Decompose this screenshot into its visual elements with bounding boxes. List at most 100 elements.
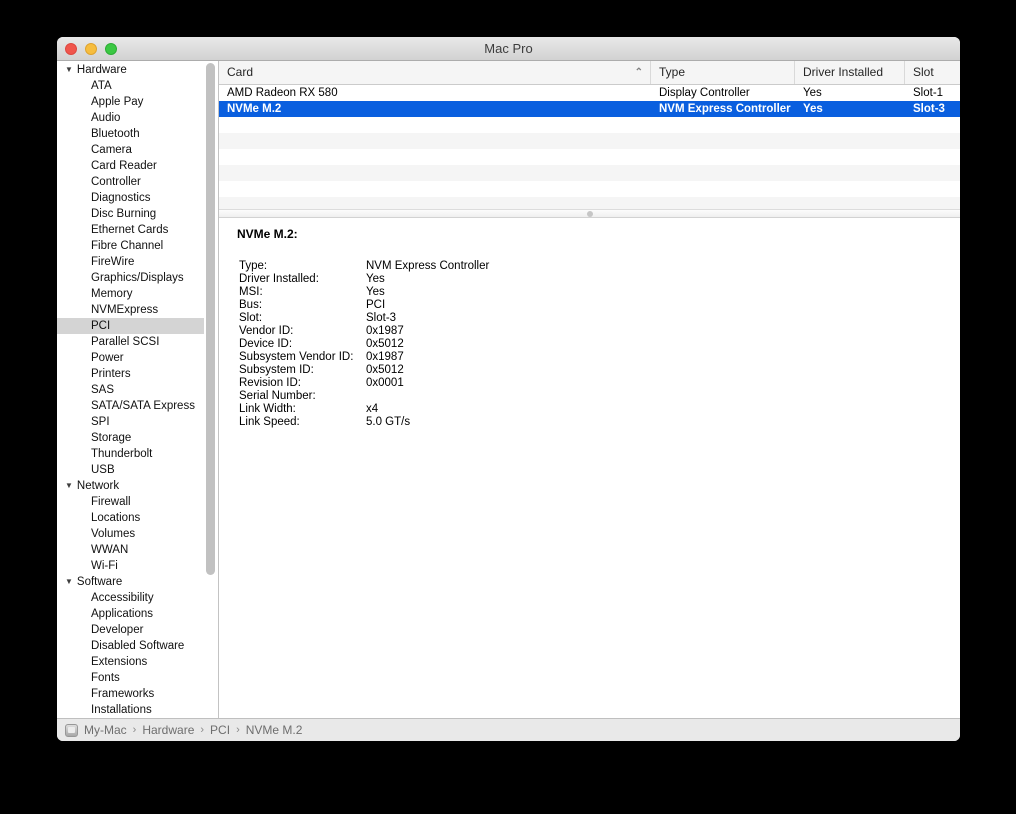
sidebar-section-network[interactable]: ▼ Network <box>57 478 218 494</box>
sidebar-item-audio[interactable]: Audio <box>57 110 218 126</box>
column-header-card[interactable]: Card ⌃ <box>219 61 651 84</box>
sidebar-item-memory[interactable]: Memory <box>57 286 218 302</box>
sidebar-item-pci[interactable]: PCI <box>57 318 204 334</box>
sidebar-item-label: Thunderbolt <box>91 448 153 460</box>
sidebar-item-card-reader[interactable]: Card Reader <box>57 158 218 174</box>
detail-row-serial-number: Serial Number: <box>239 390 942 403</box>
detail-row-subsystem-id: Subsystem ID: 0x5012 <box>239 364 942 377</box>
sidebar-item-spi[interactable]: SPI <box>57 414 218 430</box>
sidebar-item-usb[interactable]: USB <box>57 462 218 478</box>
sidebar-item-frameworks[interactable]: Frameworks <box>57 686 218 702</box>
sidebar-item-fibre-channel[interactable]: Fibre Channel <box>57 238 218 254</box>
sidebar-item-parallel-scsi[interactable]: Parallel SCSI <box>57 334 218 350</box>
sidebar-item-label: Diagnostics <box>91 192 151 204</box>
sidebar-item-power[interactable]: Power <box>57 350 218 366</box>
sidebar-item-printers[interactable]: Printers <box>57 366 218 382</box>
sidebar-item-label: NVMExpress <box>91 304 159 316</box>
sidebar-item-apple-pay[interactable]: Apple Pay <box>57 94 218 110</box>
table-body: AMD Radeon RX 580 Display Controller Yes Sl… <box>219 85 960 117</box>
column-header-driver-installed[interactable]: Driver Installed <box>795 61 905 84</box>
column-header-type[interactable]: Type <box>651 61 795 84</box>
sidebar-item-firewall[interactable]: Firewall <box>57 494 218 510</box>
detail-row-vendor-id: Vendor ID: 0x1987 <box>239 325 942 338</box>
sidebar-item-developer[interactable]: Developer <box>57 622 218 638</box>
sidebar-item-accessibility[interactable]: Accessibility <box>57 590 218 606</box>
detail-row-msi: MSI: Yes <box>239 286 942 299</box>
sidebar-item-label: Locations <box>91 512 141 524</box>
detail-value: x4 <box>366 403 379 415</box>
minimize-icon[interactable] <box>85 43 97 55</box>
sidebar-item-label: Wi-Fi <box>91 560 118 572</box>
table-row-amd-radeon-rx-580[interactable]: AMD Radeon RX 580 Display Controller Yes Sl… <box>219 85 960 101</box>
sidebar-scrollbar[interactable] <box>206 63 215 575</box>
sidebar-item-label: Apple Pay <box>91 96 144 108</box>
title-bar[interactable]: Mac Pro <box>57 37 960 61</box>
detail-label: Subsystem ID: <box>239 364 314 376</box>
breadcrumb-item-pci[interactable]: PCI <box>210 723 230 737</box>
sidebar-item-graphics-displays[interactable]: Graphics/Displays <box>57 270 218 286</box>
breadcrumb-item-hardware[interactable]: Hardware <box>142 723 194 737</box>
pane-splitter[interactable] <box>219 209 960 218</box>
disclosure-triangle-icon[interactable]: ▼ <box>65 574 73 590</box>
zoom-icon[interactable] <box>105 43 117 55</box>
cell-type: NVM Express Controller <box>659 103 791 115</box>
breadcrumb: My-Mac › Hardware › PCI › NVMe M.2 <box>84 723 302 737</box>
sidebar-item-fonts[interactable]: Fonts <box>57 670 218 686</box>
sidebar-item-disc-burning[interactable]: Disc Burning <box>57 206 218 222</box>
sidebar-item-camera[interactable]: Camera <box>57 142 218 158</box>
sidebar-item-label: SPI <box>91 416 110 428</box>
sidebar-item-ata[interactable]: ATA <box>57 78 218 94</box>
column-header-slot-label: Slot <box>913 65 934 79</box>
table-row-nvme-m-2[interactable]: NVMe M.2 NVM Express Controller Yes Slot-3 <box>219 101 960 117</box>
sidebar-item-sas[interactable]: SAS <box>57 382 218 398</box>
sort-ascending-icon[interactable]: ⌃ <box>635 62 643 84</box>
sidebar-item-storage[interactable]: Storage <box>57 430 218 446</box>
sidebar-item-firewire[interactable]: FireWire <box>57 254 218 270</box>
sidebar-item-disabled-software[interactable]: Disabled Software <box>57 638 218 654</box>
sidebar-section-hardware[interactable]: ▼ Hardware <box>57 62 218 78</box>
sidebar-item-applications[interactable]: Applications <box>57 606 218 622</box>
sidebar-item-volumes[interactable]: Volumes <box>57 526 218 542</box>
column-header-driver-label: Driver Installed <box>803 65 884 79</box>
detail-value: Slot-3 <box>366 312 397 324</box>
sidebar-item-wi-fi[interactable]: Wi-Fi <box>57 558 218 574</box>
sidebar-item-bluetooth[interactable]: Bluetooth <box>57 126 218 142</box>
sidebar-list: ▼ Hardware ATA Apple Pay Audio Bluetooth Camer… <box>57 62 218 718</box>
status-bar: My-Mac › Hardware › PCI › NVMe M.2 <box>57 718 960 741</box>
sidebar-item-label: Storage <box>91 432 132 444</box>
sidebar-section-software[interactable]: ▼ Software <box>57 574 218 590</box>
sidebar-item-sata-sata-express[interactable]: SATA/SATA Express <box>57 398 218 414</box>
breadcrumb-item-nvme-m-2[interactable]: NVMe M.2 <box>246 723 303 737</box>
disclosure-triangle-icon[interactable]: ▼ <box>65 62 73 78</box>
column-header-slot[interactable]: Slot <box>905 61 960 84</box>
sidebar-item-diagnostics[interactable]: Diagnostics <box>57 190 218 206</box>
sidebar-item-label: Frameworks <box>91 688 155 700</box>
detail-row-subsystem-vendor-id: Subsystem Vendor ID: 0x1987 <box>239 351 942 364</box>
detail-value: PCI <box>366 299 386 311</box>
sidebar-item-label: SAS <box>91 384 115 396</box>
sidebar-item-nvmexpress[interactable]: NVMExpress <box>57 302 218 318</box>
detail-value: Yes <box>366 273 385 285</box>
sidebar-item-installations[interactable]: Installations <box>57 702 218 718</box>
sidebar-item-extensions[interactable]: Extensions <box>57 654 218 670</box>
sidebar-item-ethernet-cards[interactable]: Ethernet Cards <box>57 222 218 238</box>
sidebar-item-wwan[interactable]: WWAN <box>57 542 218 558</box>
sidebar-section-label: Hardware <box>76 64 127 76</box>
table-empty-row <box>219 165 960 181</box>
sidebar-section-label: Network <box>76 480 120 492</box>
detail-rows: Type: NVM Express Controller Driver Instal… <box>237 260 942 429</box>
detail-row-type: Type: NVM Express Controller <box>239 260 942 273</box>
computer-icon <box>65 723 78 737</box>
splitter-handle-icon <box>586 210 593 217</box>
sidebar-item-controller[interactable]: Controller <box>57 174 218 190</box>
breadcrumb-item-my-mac[interactable]: My-Mac <box>84 723 127 737</box>
disclosure-triangle-icon[interactable]: ▼ <box>65 478 73 494</box>
detail-value: 0x0001 <box>366 377 404 389</box>
detail-row-driver-installed: Driver Installed: Yes <box>239 273 942 286</box>
sidebar-item-locations[interactable]: Locations <box>57 510 218 526</box>
close-icon[interactable] <box>65 43 77 55</box>
detail-row-revision-id: Revision ID: 0x0001 <box>239 377 942 390</box>
sidebar-item-label: Developer <box>91 624 144 636</box>
sidebar-item-thunderbolt[interactable]: Thunderbolt <box>57 446 218 462</box>
table-header: Card ⌃ Type Driver Installed Slot <box>219 61 960 85</box>
